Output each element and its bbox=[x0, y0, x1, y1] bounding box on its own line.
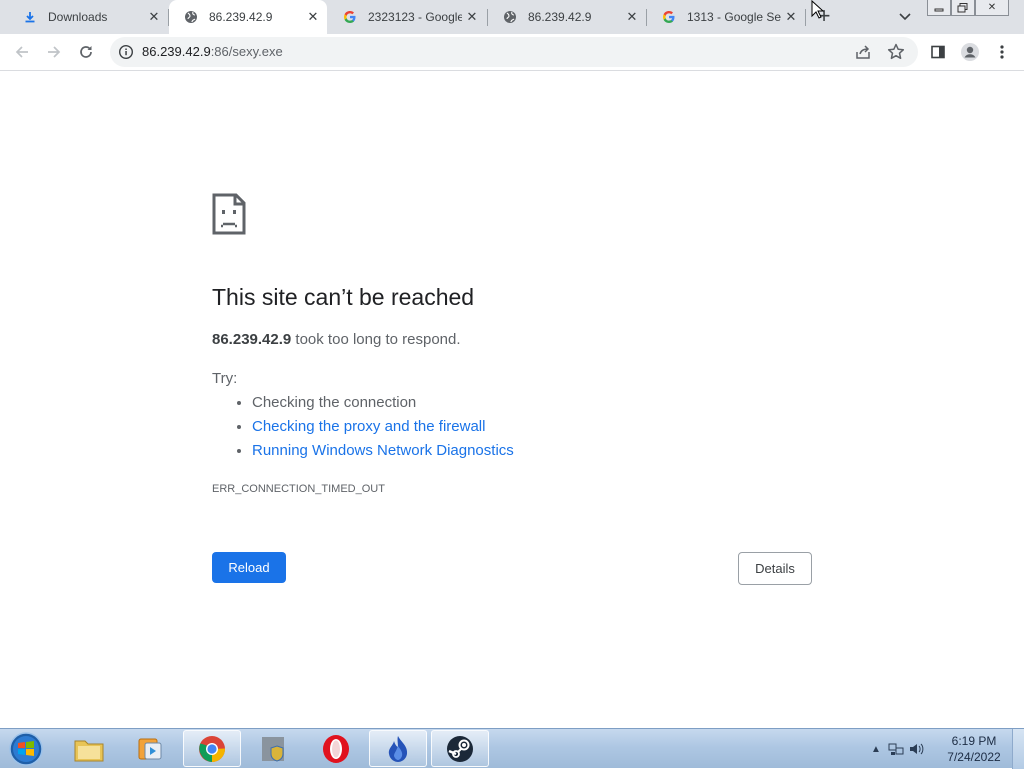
error-heading: This site can’t be reached bbox=[212, 284, 475, 310]
network-icon[interactable] bbox=[886, 741, 906, 757]
tab-strip: Downloads ✕ 86.239.42.9 ✕ 2323123 - Goog… bbox=[0, 0, 1024, 34]
show-hidden-icons-icon[interactable]: ▲ bbox=[866, 741, 886, 757]
browser-toolbar: 86.239.42.9:86/sexy.exe bbox=[0, 34, 1024, 71]
close-tab-icon[interactable]: ✕ bbox=[462, 7, 482, 27]
more-vertical-icon bbox=[1000, 45, 1004, 59]
window-controls: ✕ bbox=[927, 0, 1009, 17]
error-host: 86.239.42.9 bbox=[212, 331, 292, 348]
suggestion-text: Checking the connection bbox=[252, 394, 417, 411]
windows-taskbar: ▲ 6:19 PM 7/24/2022 bbox=[0, 728, 1024, 769]
suggestion-item: Checking the connection bbox=[252, 391, 514, 415]
taskbar-blue-app[interactable] bbox=[369, 730, 427, 767]
clock-time: 6:19 PM bbox=[951, 734, 997, 748]
tab-title: 1313 - Google Se bbox=[687, 10, 781, 24]
taskbar-clock[interactable]: 6:19 PM 7/24/2022 bbox=[938, 733, 1010, 765]
menu-button[interactable] bbox=[988, 38, 1016, 66]
close-tab-icon[interactable]: ✕ bbox=[144, 7, 164, 27]
download-icon bbox=[22, 9, 38, 25]
side-panel-button[interactable] bbox=[924, 38, 952, 66]
clock-date: 7/24/2022 bbox=[947, 750, 1001, 764]
refresh-icon bbox=[80, 46, 92, 58]
share-icon[interactable] bbox=[854, 43, 872, 61]
suggestion-link-proxy-firewall[interactable]: Checking the proxy and the firewall bbox=[252, 418, 485, 435]
tab-title: Downloads bbox=[48, 10, 108, 24]
url-host: 86.239.42.9 bbox=[142, 44, 211, 59]
tab-ip[interactable]: 86.239.42.9 ✕ bbox=[488, 0, 646, 34]
shield-icon bbox=[262, 736, 284, 762]
taskbar-media-player[interactable] bbox=[121, 730, 179, 767]
error-code: ERR_CONNECTION_TIMED_OUT bbox=[212, 483, 385, 495]
taskbar-opera[interactable] bbox=[307, 730, 365, 767]
google-icon bbox=[342, 9, 358, 25]
back-button[interactable] bbox=[8, 38, 36, 66]
mouse-cursor-icon bbox=[811, 0, 825, 20]
system-tray: ▲ bbox=[866, 729, 926, 769]
folder-icon bbox=[74, 740, 104, 761]
steam-icon bbox=[447, 735, 473, 762]
blue-flame-icon bbox=[388, 735, 408, 762]
info-icon[interactable] bbox=[118, 44, 134, 60]
tab-title: 86.239.42.9 bbox=[528, 10, 592, 24]
close-tab-icon[interactable]: ✕ bbox=[781, 7, 801, 27]
tab-downloads[interactable]: Downloads ✕ bbox=[8, 0, 168, 34]
bookmark-star-icon[interactable] bbox=[886, 42, 906, 62]
tab-google-search-2[interactable]: 1313 - Google Se ✕ bbox=[647, 0, 805, 34]
try-label: Try: bbox=[212, 370, 238, 387]
side-panel-icon bbox=[931, 45, 945, 59]
close-tab-icon[interactable]: ✕ bbox=[303, 7, 323, 27]
globe-icon bbox=[502, 9, 518, 25]
taskbar-steam[interactable] bbox=[431, 730, 489, 767]
tab-active[interactable]: 86.239.42.9 ✕ bbox=[169, 0, 327, 34]
details-button[interactable]: Details bbox=[738, 552, 812, 585]
url-text[interactable]: 86.239.42.9:86/sexy.exe bbox=[142, 44, 283, 59]
address-bar[interactable]: 86.239.42.9:86/sexy.exe bbox=[110, 37, 918, 67]
chrome-icon bbox=[199, 735, 226, 762]
taskbar-explorer[interactable] bbox=[60, 730, 118, 767]
globe-icon bbox=[183, 9, 199, 25]
show-desktop-button[interactable] bbox=[1012, 729, 1024, 769]
media-player-icon bbox=[138, 738, 162, 759]
opera-icon bbox=[323, 734, 349, 763]
suggestion-link-network-diagnostics[interactable]: Running Windows Network Diagnostics bbox=[252, 442, 514, 459]
volume-icon[interactable] bbox=[906, 741, 926, 757]
close-window-button[interactable]: ✕ bbox=[975, 0, 1009, 16]
arrow-right-icon bbox=[48, 46, 61, 58]
taskbar-chrome[interactable] bbox=[183, 730, 241, 767]
taskbar-security-shield[interactable] bbox=[245, 730, 303, 767]
tab-title: 2323123 - Google bbox=[368, 10, 462, 24]
suggestion-list: Checking the connection Checking the pro… bbox=[212, 391, 514, 463]
windows-logo-icon bbox=[9, 732, 43, 766]
maximize-button[interactable] bbox=[951, 0, 975, 16]
suggestion-item[interactable]: Checking the proxy and the firewall bbox=[252, 415, 514, 439]
start-button[interactable] bbox=[6, 730, 46, 768]
forward-button[interactable] bbox=[40, 38, 68, 66]
suggestion-item[interactable]: Running Windows Network Diagnostics bbox=[252, 439, 514, 463]
error-message-text: took too long to respond. bbox=[291, 331, 461, 348]
url-path: :86/sexy.exe bbox=[210, 44, 283, 59]
reload-button[interactable]: Reload bbox=[212, 552, 286, 583]
tab-google-search[interactable]: 2323123 - Google ✕ bbox=[328, 0, 486, 34]
tab-separator bbox=[805, 9, 806, 26]
google-icon bbox=[661, 9, 677, 25]
profile-button[interactable] bbox=[956, 38, 984, 66]
profile-avatar-icon bbox=[961, 43, 979, 61]
error-message: 86.239.42.9 took too long to respond. bbox=[212, 331, 461, 348]
arrow-left-icon bbox=[15, 46, 28, 58]
tab-search-chevron-icon[interactable] bbox=[895, 8, 915, 26]
minimize-button[interactable] bbox=[927, 0, 951, 16]
reload-toolbar-button[interactable] bbox=[72, 38, 100, 66]
sad-document-icon bbox=[212, 193, 246, 235]
close-tab-icon[interactable]: ✕ bbox=[622, 7, 642, 27]
tab-title: 86.239.42.9 bbox=[209, 10, 273, 24]
